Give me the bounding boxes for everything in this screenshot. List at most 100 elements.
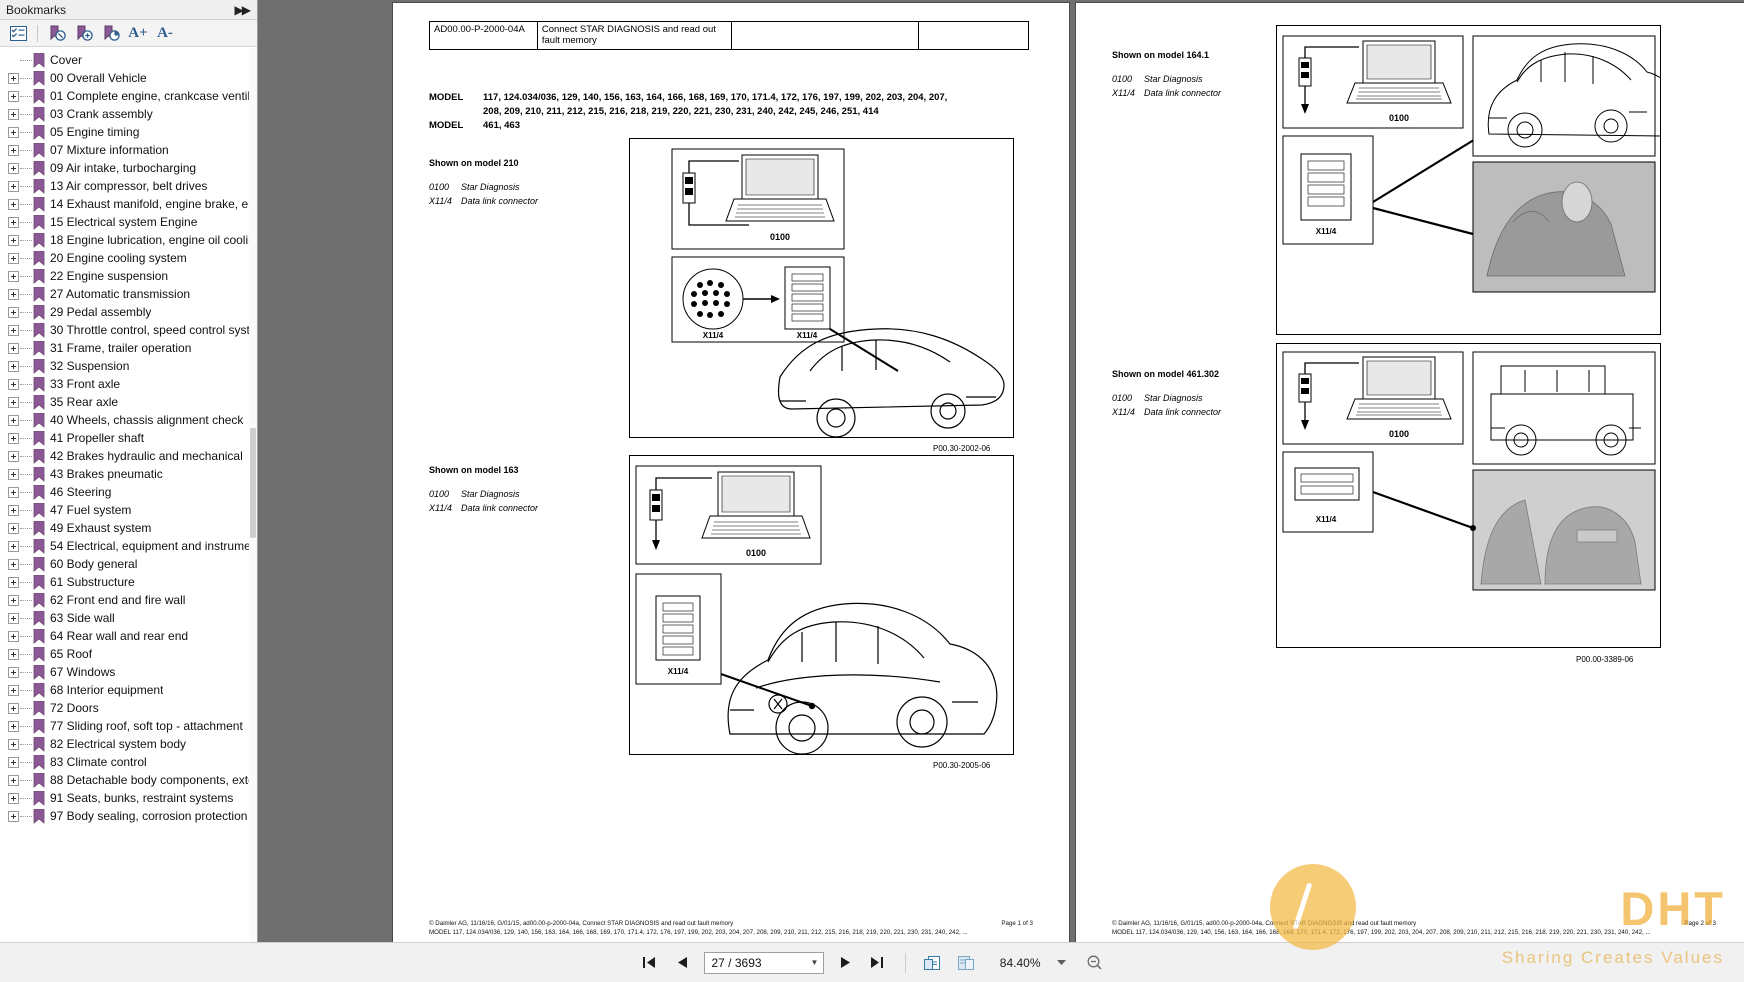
bookmark-item[interactable]: 42 Brakes hydraulic and mechanical	[0, 447, 257, 465]
expand-bookmark-icon[interactable]	[8, 612, 19, 624]
expand-bookmark-icon[interactable]	[8, 810, 19, 822]
bookmark-item[interactable]: 13 Air compressor, belt drives	[0, 177, 257, 195]
bookmark-item[interactable]: 35 Rear axle	[0, 393, 257, 411]
bookmarks-tree[interactable]: Cover 00 Overall Vehicle 01 Complete engin…	[0, 48, 257, 954]
bookmark-item[interactable]: 15 Electrical system Engine	[0, 213, 257, 231]
zoom-dropdown-caret-down-icon[interactable]	[1050, 951, 1074, 975]
bookmark-item[interactable]: 41 Propeller shaft	[0, 429, 257, 447]
page-number-value[interactable]: 27 / 3693	[712, 956, 807, 970]
bookmark-item[interactable]: 68 Interior equipment	[0, 681, 257, 699]
expand-bookmark-icon[interactable]	[8, 540, 19, 552]
bookmark-item[interactable]: 67 Windows	[0, 663, 257, 681]
expand-bookmark-icon[interactable]	[8, 198, 19, 210]
bookmark-item[interactable]: 22 Engine suspension	[0, 267, 257, 285]
expand-bookmark-icon[interactable]	[8, 252, 19, 264]
bookmark-edit-icon[interactable]	[99, 23, 123, 44]
bookmarks-vertical-scrollbar[interactable]	[249, 48, 257, 954]
expand-bookmark-icon[interactable]	[8, 414, 19, 426]
bookmark-item[interactable]: 63 Side wall	[0, 609, 257, 627]
bookmark-item[interactable]: 18 Engine lubrication, engine oil coolin…	[0, 231, 257, 249]
first-page-button[interactable]	[638, 951, 662, 975]
expand-bookmark-icon[interactable]	[8, 468, 19, 480]
expand-bookmark-icon[interactable]	[8, 306, 19, 318]
last-page-button[interactable]	[866, 951, 890, 975]
expand-bookmark-icon[interactable]	[8, 720, 19, 732]
expand-bookmark-icon[interactable]	[8, 558, 19, 570]
bookmark-item[interactable]: 14 Exhaust manifold, engine brake, engin…	[0, 195, 257, 213]
previous-page-button[interactable]	[671, 951, 695, 975]
expand-bookmark-icon[interactable]	[8, 360, 19, 372]
expand-bookmark-icon[interactable]	[8, 432, 19, 444]
expand-bookmark-icon[interactable]	[8, 792, 19, 804]
expand-bookmark-icon[interactable]	[8, 522, 19, 534]
bookmark-item[interactable]: 07 Mixture information	[0, 141, 257, 159]
expand-bookmark-icon[interactable]	[8, 144, 19, 156]
bookmark-item[interactable]: 32 Suspension	[0, 357, 257, 375]
next-page-button[interactable]	[833, 951, 857, 975]
expand-bookmark-icon[interactable]	[8, 666, 19, 678]
bookmark-item[interactable]: 31 Frame, trailer operation	[0, 339, 257, 357]
bookmark-item[interactable]: 72 Doors	[0, 699, 257, 717]
bookmark-item[interactable]: 97 Body sealing, corrosion protection	[0, 807, 257, 825]
expand-bookmark-icon[interactable]	[8, 702, 19, 714]
bookmark-item[interactable]: 82 Electrical system body	[0, 735, 257, 753]
bookmark-item[interactable]: 33 Front axle	[0, 375, 257, 393]
bookmark-item[interactable]: 09 Air intake, turbocharging	[0, 159, 257, 177]
expand-bookmark-icon[interactable]	[8, 324, 19, 336]
bookmarks-vertical-scroll-thumb[interactable]	[250, 428, 256, 538]
fit-page-icon[interactable]	[921, 951, 945, 975]
expand-bookmark-icon[interactable]	[8, 180, 19, 192]
expand-bookmark-icon[interactable]	[8, 108, 19, 120]
expand-bookmark-icon[interactable]	[8, 576, 19, 588]
expand-bookmark-icon[interactable]	[8, 126, 19, 138]
expand-bookmark-icon[interactable]	[8, 486, 19, 498]
caret-down-icon[interactable]: ▼	[807, 958, 823, 967]
zoom-out-icon[interactable]	[1083, 951, 1107, 975]
bookmark-item[interactable]: 03 Crank assembly	[0, 105, 257, 123]
bookmark-item[interactable]: 27 Automatic transmission	[0, 285, 257, 303]
expand-bookmark-icon[interactable]	[8, 396, 19, 408]
expand-bookmark-icon[interactable]	[8, 216, 19, 228]
bookmark-item[interactable]: 47 Fuel system	[0, 501, 257, 519]
bookmark-item[interactable]: 65 Roof	[0, 645, 257, 663]
bookmark-item[interactable]: 88 Detachable body components, exterior	[0, 771, 257, 789]
bookmark-item[interactable]: 62 Front end and fire wall	[0, 591, 257, 609]
collapse-panel-icon[interactable]: ▶▶	[235, 3, 252, 17]
bookmark-item[interactable]: 05 Engine timing	[0, 123, 257, 141]
bookmark-item[interactable]: 00 Overall Vehicle	[0, 69, 257, 87]
bookmark-item[interactable]: 20 Engine cooling system	[0, 249, 257, 267]
bookmark-item[interactable]: 46 Steering	[0, 483, 257, 501]
bookmark-item[interactable]: 29 Pedal assembly	[0, 303, 257, 321]
bookmark-item[interactable]: 83 Climate control	[0, 753, 257, 771]
bookmark-item[interactable]: 30 Throttle control, speed control syste…	[0, 321, 257, 339]
zoom-level-readout[interactable]: 84.40%	[987, 956, 1041, 970]
bookmark-item[interactable]: 40 Wheels, chassis alignment check	[0, 411, 257, 429]
text-larger-icon[interactable]: A+	[126, 23, 150, 44]
expand-bookmark-icon[interactable]	[8, 756, 19, 768]
text-smaller-icon[interactable]: A-	[153, 23, 177, 44]
expand-bookmark-icon[interactable]	[8, 684, 19, 696]
bookmark-item[interactable]: 54 Electrical, equipment and instruments	[0, 537, 257, 555]
expand-bookmark-icon[interactable]	[8, 234, 19, 246]
bookmark-delete-icon[interactable]	[45, 23, 69, 44]
bookmark-item[interactable]: 77 Sliding roof, soft top - attachment	[0, 717, 257, 735]
expand-bookmark-icon[interactable]	[8, 72, 19, 84]
page-number-combobox[interactable]: 27 / 3693 ▼	[703, 951, 824, 974]
expand-bookmark-icon[interactable]	[8, 630, 19, 642]
expand-bookmark-icon[interactable]	[8, 270, 19, 282]
bookmark-item[interactable]: 43 Brakes pneumatic	[0, 465, 257, 483]
expand-bookmark-icon[interactable]	[8, 774, 19, 786]
expand-bookmark-icon[interactable]	[8, 90, 19, 102]
bookmark-item[interactable]: 01 Complete engine, crankcase ventilatio…	[0, 87, 257, 105]
expand-bookmark-icon[interactable]	[8, 288, 19, 300]
bookmark-item[interactable]: 49 Exhaust system	[0, 519, 257, 537]
bookmark-item[interactable]: 60 Body general	[0, 555, 257, 573]
document-viewport[interactable]: AD00.00-P-2000-04A Connect STAR DIAGNOSI…	[258, 0, 1744, 942]
expand-bookmark-icon[interactable]	[8, 342, 19, 354]
expand-bookmark-icon[interactable]	[8, 450, 19, 462]
expand-bookmark-icon[interactable]	[8, 162, 19, 174]
fit-width-icon[interactable]	[954, 951, 978, 975]
expand-bookmark-icon[interactable]	[8, 648, 19, 660]
list-check-icon[interactable]	[6, 23, 30, 44]
bookmark-item[interactable]: 64 Rear wall and rear end	[0, 627, 257, 645]
